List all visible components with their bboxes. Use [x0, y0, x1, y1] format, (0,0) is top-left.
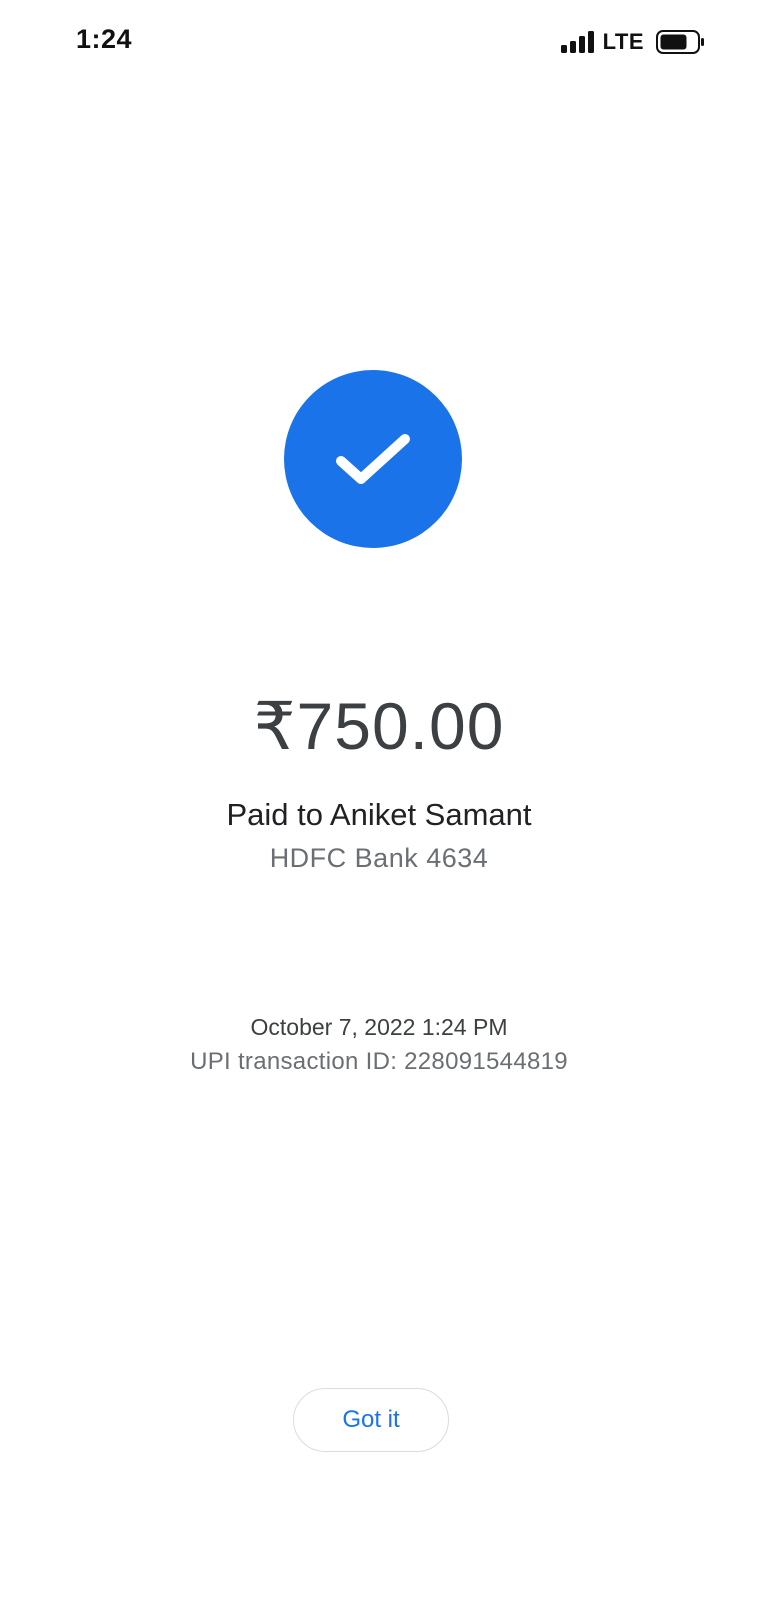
success-check-circle — [284, 370, 462, 548]
payment-recipient: Paid to Aniket Samant — [226, 797, 532, 832]
battery-icon — [656, 30, 704, 54]
status-indicators: LTE — [560, 28, 706, 56]
payment-amount: ₹750.00 — [253, 689, 505, 763]
got-it-button[interactable]: Got it — [293, 1388, 449, 1452]
transaction-datetime: October 7, 2022 1:24 PM — [250, 1014, 508, 1040]
status-bar: 1:24 LTE — [0, 0, 758, 84]
recipient-bank: HDFC Bank 4634 — [269, 843, 489, 873]
signal-bars-icon — [560, 31, 594, 53]
status-time: 1:24 — [76, 24, 133, 54]
transaction-id: UPI transaction ID: 228091544819 — [190, 1048, 568, 1075]
network-type-label: LTE — [602, 29, 644, 54]
check-circle-icon — [336, 434, 410, 484]
